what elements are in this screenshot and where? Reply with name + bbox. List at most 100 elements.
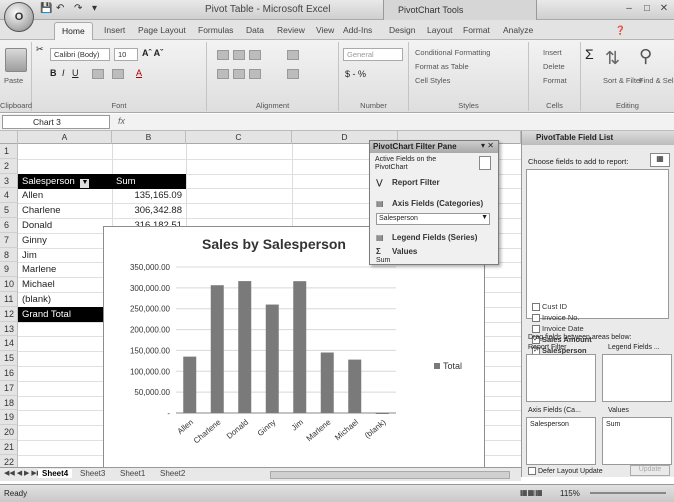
- tab-format[interactable]: Format: [463, 25, 490, 35]
- row-header[interactable]: 7: [0, 232, 18, 248]
- legend-fields-area[interactable]: [602, 354, 672, 402]
- row-header[interactable]: 20: [0, 425, 18, 440]
- axis-field-dropdown[interactable]: Salesperson ▼: [376, 213, 490, 225]
- insert-cells[interactable]: Insert: [543, 48, 562, 57]
- row-header[interactable]: 6: [0, 218, 18, 233]
- pivot-row-label[interactable]: Marlene: [18, 262, 112, 277]
- pivot-row-label[interactable]: Jim: [18, 248, 112, 263]
- close-icon[interactable]: ✕: [657, 3, 671, 15]
- pivot-row-label[interactable]: Michael: [18, 277, 112, 292]
- pivot-row-value[interactable]: 306,342.88: [112, 203, 186, 218]
- number-format-box[interactable]: General: [343, 48, 403, 61]
- pivot-row-label[interactable]: Donald: [18, 218, 112, 233]
- sheet-tab-sheet4[interactable]: Sheet4: [38, 469, 73, 478]
- row-header[interactable]: 5: [0, 203, 18, 218]
- align-center-icon[interactable]: [233, 69, 245, 79]
- column-header-b[interactable]: B: [112, 131, 186, 144]
- pivot-row-value[interactable]: 135,165.09: [112, 188, 186, 203]
- field-item[interactable]: Invoice No.: [532, 313, 580, 323]
- row-header[interactable]: 4: [0, 188, 18, 204]
- sheet-nav-icon[interactable]: ◀◀ ◀ ▶ ▶▶: [4, 469, 42, 477]
- sheet-tab-sheet3[interactable]: Sheet3: [80, 469, 105, 478]
- checkbox-icon[interactable]: [532, 303, 540, 312]
- pivot-header-salesperson[interactable]: Salesperson ▼: [18, 174, 112, 189]
- align-top-icon[interactable]: [217, 50, 229, 60]
- sheet-tab-sheet1[interactable]: Sheet1: [120, 469, 145, 478]
- defer-layout-checkbox[interactable]: Defer Layout Update: [528, 467, 603, 475]
- pivot-header-sum[interactable]: Sum: [112, 174, 186, 189]
- view-buttons[interactable]: ▦▦▦: [520, 488, 543, 497]
- chart-bar[interactable]: [320, 352, 334, 413]
- row-header[interactable]: 8: [0, 247, 18, 263]
- fx-icon[interactable]: fx: [118, 116, 125, 126]
- row-header[interactable]: 19: [0, 410, 18, 426]
- autosum-icon[interactable]: Σ: [585, 46, 594, 62]
- row-header[interactable]: 10: [0, 277, 18, 292]
- checkbox-icon[interactable]: [532, 325, 540, 334]
- field-item[interactable]: Invoice Date: [532, 324, 584, 334]
- row-header[interactable]: 1: [0, 144, 18, 159]
- find-select-button[interactable]: Find & Select: [639, 76, 674, 85]
- row-header[interactable]: 16: [0, 366, 18, 381]
- sort-filter-button[interactable]: Sort & Filter: [603, 76, 643, 85]
- chart-title[interactable]: Sales by Salesperson: [202, 236, 346, 252]
- chart-bar[interactable]: [375, 413, 389, 414]
- align-right-icon[interactable]: [249, 69, 261, 79]
- row-header[interactable]: 9: [0, 262, 18, 278]
- redo-icon[interactable]: ↷: [74, 3, 82, 14]
- row-header[interactable]: 18: [0, 395, 18, 411]
- axis-fields-area[interactable]: Salesperson: [526, 417, 596, 465]
- cell-styles[interactable]: Cell Styles: [415, 76, 450, 85]
- tab-view[interactable]: View: [316, 25, 334, 35]
- pivot-row-label[interactable]: Allen: [18, 188, 112, 203]
- row-header[interactable]: 17: [0, 380, 18, 396]
- column-header-c[interactable]: C: [186, 131, 292, 144]
- values-item[interactable]: Sum: [376, 257, 390, 264]
- wrap-text-icon[interactable]: [287, 50, 299, 60]
- chevron-down-icon[interactable]: ▼: [481, 214, 488, 221]
- chart-bar[interactable]: [183, 356, 197, 413]
- row-header[interactable]: 11: [0, 292, 18, 307]
- tab-home[interactable]: Home: [54, 22, 93, 40]
- tab-design[interactable]: Design: [389, 25, 415, 35]
- tab-insert[interactable]: Insert: [104, 25, 125, 35]
- chart-bar[interactable]: [348, 359, 362, 413]
- font-size-box[interactable]: 10: [114, 48, 138, 61]
- borders-icon[interactable]: [92, 69, 104, 79]
- currency-icon[interactable]: $ - %: [345, 69, 366, 79]
- find-icon[interactable]: ⚲: [639, 46, 652, 67]
- customize-qat-icon[interactable]: ▾: [92, 3, 97, 14]
- row-header[interactable]: 12: [0, 306, 18, 322]
- tab-analyze[interactable]: Analyze: [503, 25, 533, 35]
- tab-review[interactable]: Review: [277, 25, 305, 35]
- paste-icon[interactable]: [5, 48, 27, 72]
- format-cells[interactable]: Format: [543, 76, 567, 85]
- update-button[interactable]: Update: [630, 465, 670, 476]
- row-header[interactable]: 14: [0, 336, 18, 352]
- tab-page-layout[interactable]: Page Layout: [138, 25, 186, 35]
- row-header[interactable]: 13: [0, 321, 18, 337]
- chart-bar[interactable]: [293, 281, 307, 413]
- font-name-box[interactable]: Calibri (Body): [50, 48, 110, 61]
- align-middle-icon[interactable]: [233, 50, 245, 60]
- checkbox-icon[interactable]: [532, 314, 540, 323]
- row-header[interactable]: 3: [0, 173, 18, 189]
- row-header[interactable]: 21: [0, 440, 18, 455]
- field-item[interactable]: Cust ID: [532, 302, 567, 312]
- values-area-item[interactable]: Sum: [606, 421, 620, 428]
- help-icon[interactable]: ❓: [615, 25, 626, 36]
- tab-data[interactable]: Data: [246, 25, 264, 35]
- chart-bar[interactable]: [210, 285, 224, 413]
- conditional-formatting[interactable]: Conditional Formatting: [415, 48, 490, 57]
- select-all[interactable]: [0, 131, 18, 144]
- align-left-icon[interactable]: [217, 69, 229, 79]
- save-icon[interactable]: 💾: [40, 3, 52, 14]
- merge-icon[interactable]: [287, 69, 299, 79]
- zoom-slider[interactable]: [590, 492, 666, 494]
- format-as-table[interactable]: Format as Table: [415, 62, 469, 71]
- pivot-row-label[interactable]: (blank): [18, 292, 112, 307]
- filter-pane-close-icon[interactable]: ▾ ✕: [481, 141, 494, 150]
- pivotchart-filter-pane[interactable]: PivotChart Filter Pane ▾ ✕ Active Fields…: [369, 140, 499, 265]
- chart-bar[interactable]: [265, 304, 279, 413]
- values-area[interactable]: Sum: [602, 417, 672, 465]
